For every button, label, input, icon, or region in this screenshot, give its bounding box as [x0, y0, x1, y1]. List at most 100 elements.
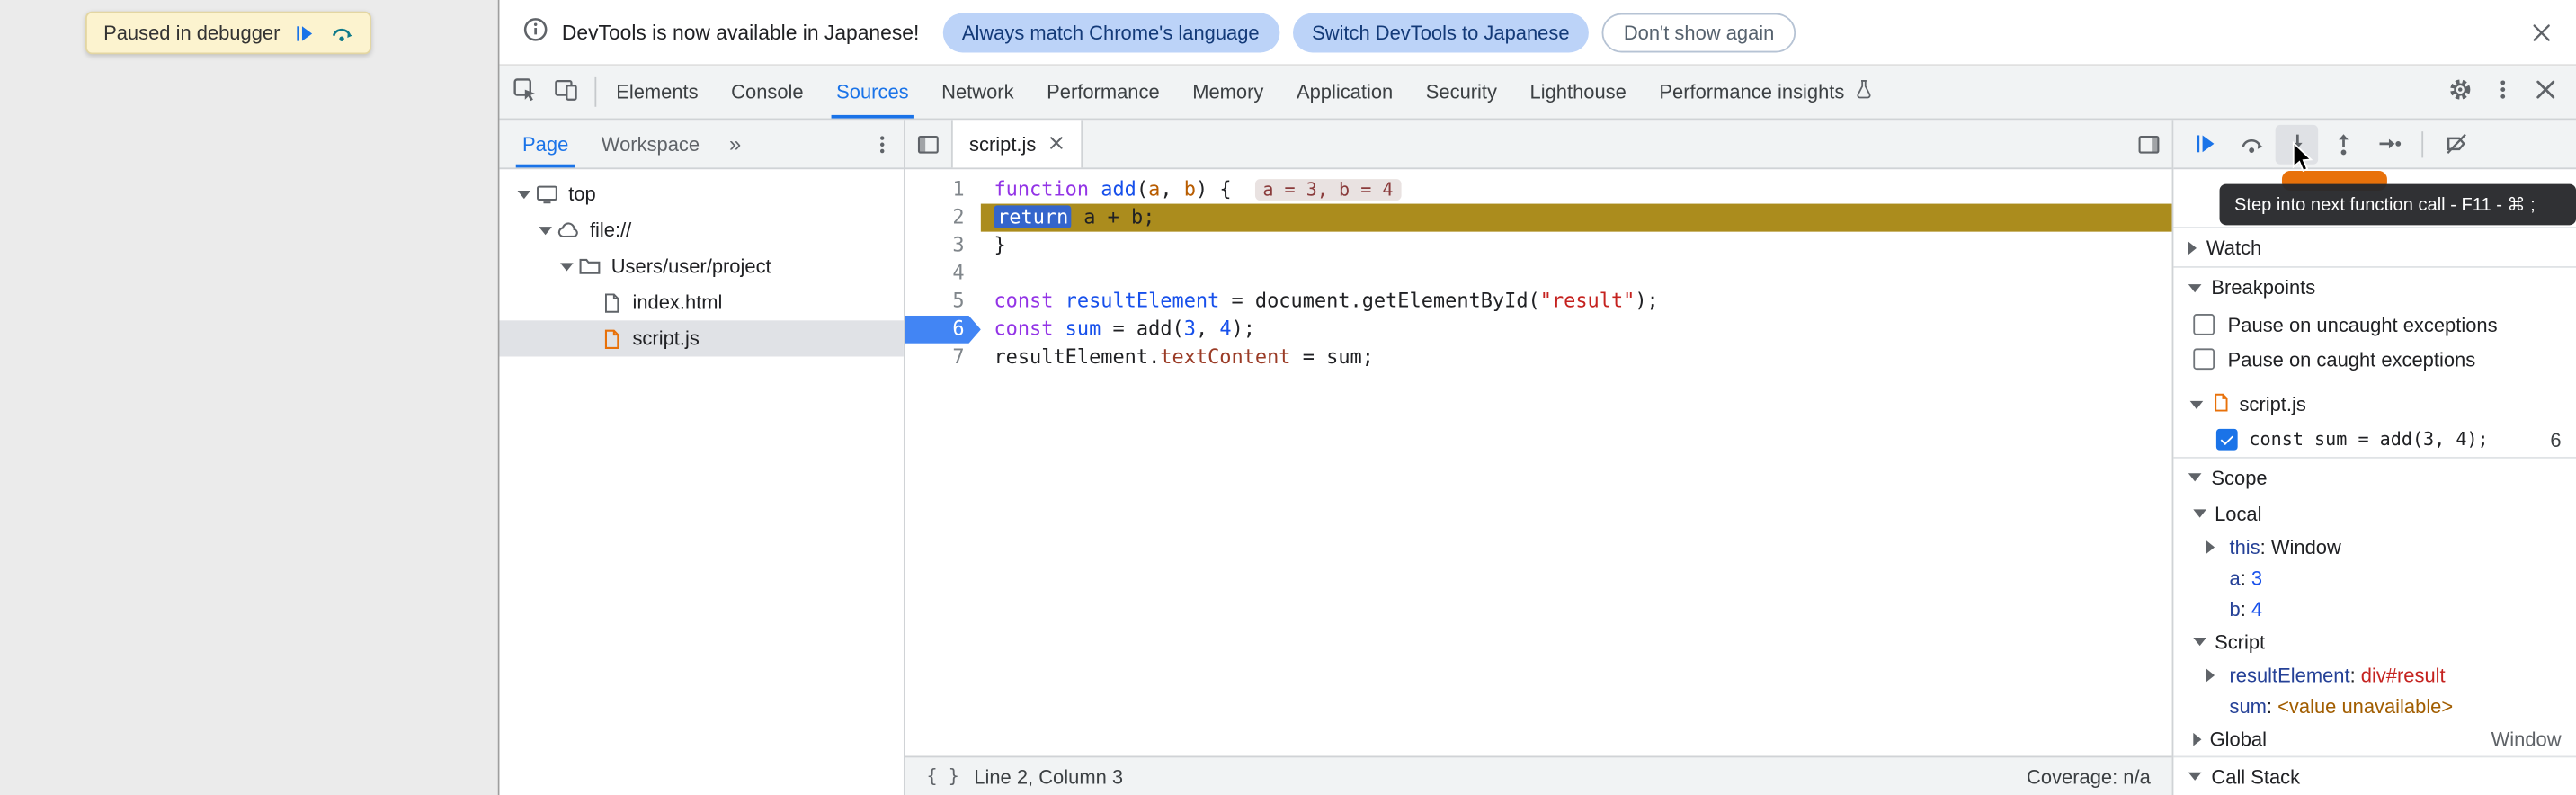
disclosure-triangle[interactable]: [534, 226, 556, 234]
resume-script-icon[interactable]: [295, 22, 316, 44]
devtools-close-icon[interactable]: [2534, 77, 2558, 107]
coverage-label: Coverage: n/a: [2027, 765, 2151, 789]
tab-label: Performance: [1047, 81, 1160, 104]
frame-icon: [534, 181, 560, 207]
step-button[interactable]: [2367, 124, 2411, 164]
tab-network[interactable]: Network: [925, 66, 1030, 118]
pretty-print-icon[interactable]: { }: [927, 765, 959, 787]
line-number[interactable]: 5: [905, 288, 981, 316]
breakpoint-entry[interactable]: const sum = add(3, 4); 6: [2173, 423, 2576, 457]
step-over-icon[interactable]: [331, 22, 354, 45]
tab-workspace[interactable]: Workspace: [585, 120, 717, 167]
debugger-sections: Watch Breakpoints Pause on uncaught exce…: [2173, 169, 2576, 795]
scope-variable-this[interactable]: this Window: [2173, 531, 2576, 562]
tab-console[interactable]: Console: [715, 66, 820, 118]
file-js-icon: [2211, 392, 2231, 416]
pause-on-uncaught-exceptions-row[interactable]: Pause on uncaught exceptions: [2173, 308, 2576, 342]
scope-value: 4: [2251, 597, 2262, 621]
scope-variable-sum: sum <value unavailable>: [2173, 690, 2576, 721]
scope-value: Window: [2271, 535, 2341, 558]
tree-item-file[interactable]: file://: [499, 212, 903, 248]
tab-memory[interactable]: Memory: [1176, 66, 1280, 118]
tab-elements[interactable]: Elements: [600, 66, 715, 118]
disclosure-triangle: [2193, 509, 2206, 517]
tree-item-top[interactable]: top: [499, 176, 903, 212]
section-watch[interactable]: Watch: [2173, 228, 2576, 268]
resume-button[interactable]: [2183, 124, 2226, 164]
more-tabs-icon[interactable]: »: [729, 131, 741, 156]
folder-icon: [576, 253, 602, 279]
disclosure-triangle[interactable]: [556, 262, 577, 270]
dont-show-again-button[interactable]: Don't show again: [1602, 13, 1796, 52]
device-toolbar-icon[interactable]: [554, 77, 578, 107]
tab-performance-insights[interactable]: Performance insights: [1643, 66, 1890, 118]
match-chrome-language-button[interactable]: Always match Chrome's language: [942, 13, 1279, 52]
inspect-icon[interactable]: [513, 77, 537, 107]
line-number[interactable]: 7: [905, 344, 981, 371]
file-tree: top file:// Users/user/project index.html sc…: [499, 169, 903, 795]
breakpoint-checkbox[interactable]: [2216, 429, 2238, 451]
checkbox[interactable]: [2193, 348, 2215, 370]
tab-performance[interactable]: Performance: [1030, 66, 1176, 118]
line-number[interactable]: 1: [905, 176, 981, 204]
toggle-debugger-sidebar-icon[interactable]: [2126, 120, 2171, 167]
tree-item-label: index.html: [632, 290, 722, 314]
breakpoint-file-group[interactable]: script.js: [2173, 386, 2576, 422]
section-call-stack[interactable]: Call Stack: [2173, 756, 2576, 795]
scope-group-global[interactable]: Global Window: [2173, 721, 2576, 755]
switch-devtools-japanese-button[interactable]: Switch DevTools to Japanese: [1292, 13, 1589, 52]
flask-icon: [1852, 79, 1874, 105]
code-text: return a + b;: [981, 204, 2172, 232]
section-scope[interactable]: Scope: [2173, 457, 2576, 496]
scope-group-label: Script: [2215, 630, 2265, 654]
infobar-close-icon[interactable]: [2530, 21, 2554, 44]
code-text: resultElement.textContent = sum;: [981, 344, 2172, 371]
navigator-kebab-menu-icon[interactable]: [870, 132, 894, 156]
line-number[interactable]: 3: [905, 232, 981, 260]
scope-variable-resultelement[interactable]: resultElement div#result: [2173, 659, 2576, 691]
file-tab-script-js[interactable]: script.js: [951, 120, 1083, 167]
debugger-sidebar: Watch Breakpoints Pause on uncaught exce…: [2172, 120, 2576, 795]
tab-security[interactable]: Security: [1410, 66, 1514, 118]
section-breakpoints[interactable]: Breakpoints: [2173, 268, 2576, 308]
tab-label: Memory: [1192, 81, 1263, 104]
pause-on-caught-exceptions-row[interactable]: Pause on caught exceptions: [2173, 342, 2576, 376]
disclosure-triangle: [2188, 283, 2202, 291]
tab-label: Application: [1297, 81, 1393, 104]
tree-item-script-js[interactable]: script.js: [499, 320, 903, 356]
editor-tabbar: script.js: [905, 120, 2172, 169]
step-out-button[interactable]: [2322, 124, 2365, 164]
tree-item-users-user-project[interactable]: Users/user/project: [499, 248, 903, 284]
checkbox[interactable]: [2193, 314, 2215, 335]
toggle-navigator-icon[interactable]: [905, 120, 951, 167]
line-number[interactable]: 2: [905, 204, 981, 232]
disclosure-triangle: [2193, 638, 2206, 646]
line-number[interactable]: 4: [905, 260, 981, 288]
infobar-message: DevTools is now available in Japanese!: [562, 21, 919, 44]
tree-item-label: file://: [590, 219, 631, 242]
tab-page[interactable]: Page: [506, 120, 585, 167]
section-scope-label: Scope: [2211, 466, 2267, 489]
tab-application[interactable]: Application: [1280, 66, 1410, 118]
code-line: 5const resultElement = document.getEleme…: [905, 288, 2172, 316]
breakpoint-line-number: 6: [2550, 428, 2561, 451]
breakpoint-marker[interactable]: 6: [905, 316, 981, 344]
code-line: 2return a + b;: [905, 204, 2172, 232]
tree-item-index-html[interactable]: index.html: [499, 284, 903, 320]
gear-icon[interactable]: [2448, 77, 2473, 107]
scope-group-value: Window: [2491, 728, 2562, 751]
scope-group-script[interactable]: Script: [2173, 624, 2576, 658]
step-over-button[interactable]: [2230, 124, 2273, 164]
code-line: 7resultElement.textContent = sum;: [905, 344, 2172, 371]
tab-lighthouse[interactable]: Lighthouse: [1513, 66, 1643, 118]
file-tab-close-icon[interactable]: [1047, 132, 1064, 156]
code-editor[interactable]: 1function add(a, b) {a = 3, b = 42return…: [905, 169, 2172, 755]
deactivate-breakpoints-button[interactable]: [2435, 124, 2478, 164]
scope-group-local[interactable]: Local: [2173, 496, 2576, 531]
inline-values-badge: a = 3, b = 4: [1254, 179, 1402, 201]
code-line: 6const sum = add(3, 4);: [905, 316, 2172, 344]
tree-item-label: top: [568, 183, 595, 206]
disclosure-triangle[interactable]: [513, 190, 534, 198]
kebab-menu-icon[interactable]: [2491, 77, 2515, 107]
tab-sources[interactable]: Sources: [820, 66, 925, 118]
